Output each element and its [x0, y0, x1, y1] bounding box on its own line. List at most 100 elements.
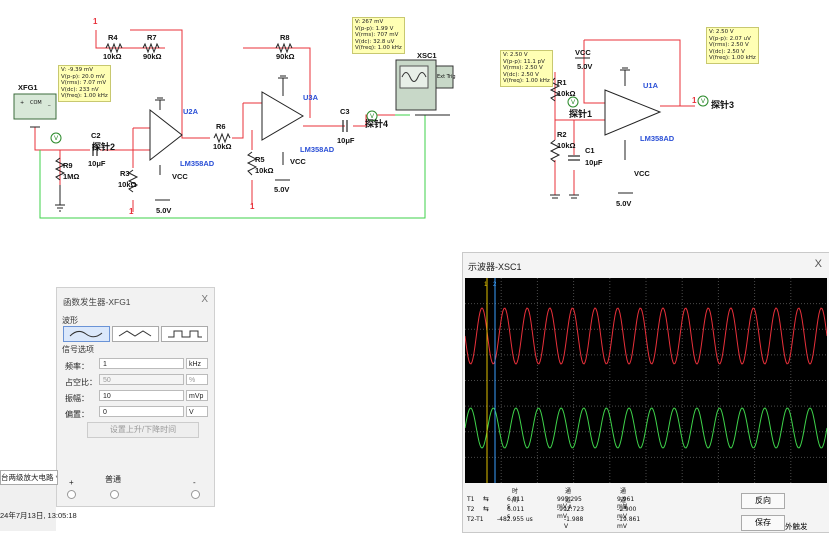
- r4-value: 10kΩ: [103, 52, 122, 61]
- oscilloscope-screen[interactable]: 1 2: [465, 278, 827, 483]
- ext-trig-label: Ext Trig: [437, 74, 456, 80]
- probe4-label: 探针4: [365, 118, 388, 129]
- vcc-label-1: VCC: [172, 172, 188, 181]
- r5-label: R5: [255, 155, 265, 164]
- vcc-label-3: VCC: [634, 169, 650, 178]
- ext-trigger-label: 外触发: [785, 522, 808, 531]
- save-button[interactable]: 保存: [741, 515, 785, 531]
- function-generator-dialog[interactable]: 函数发生器-XFG1 X 波形 信号选项 频率： 1 kHz 占空比： 50 %…: [56, 287, 215, 507]
- oscilloscope-window[interactable]: 示波器-XSC1 X 1 2 时间 通道_A 通道_B T1 ⇆ 6.011 s…: [462, 252, 829, 533]
- document-tab[interactable]: 台两级放大电路 *: [0, 470, 58, 485]
- c1-value: 10μF: [585, 158, 603, 167]
- timestamp: 24年7月13日, 13:05:18: [0, 511, 77, 520]
- u2a-label: U2A: [183, 107, 199, 116]
- minus-terminal-label: -: [193, 478, 196, 487]
- u3a-part: LM358AD: [300, 145, 335, 154]
- waveform-label: 波形: [62, 316, 78, 325]
- xfg1-instrument[interactable]: [13, 93, 57, 120]
- oscilloscope-title: 示波器-XSC1: [468, 262, 522, 272]
- r4-label: R4: [108, 33, 118, 42]
- node-1-c: 1: [250, 202, 255, 211]
- v50-label-3: 5.0V: [616, 199, 631, 208]
- v50-label-1: 5.0V: [156, 206, 171, 215]
- node-1-a: 1: [93, 17, 98, 26]
- probe4-readout: V: 267 mV V(p-p): 1.99 V V(rms): 707 mV V(d…: [352, 17, 405, 54]
- row-delta-label: T2-T1: [467, 516, 484, 523]
- plus-terminal-label: +: [69, 478, 74, 487]
- dialog-title: 函数发生器-XFG1: [63, 297, 131, 307]
- c3-value: 10μF: [337, 136, 355, 145]
- square-wave-button[interactable]: [161, 326, 208, 342]
- probe1-readout: V: 2.50 V V(p-p): 11.1 pV V(rms): 2.50 V V(…: [500, 50, 553, 87]
- r9-label: R9: [63, 161, 73, 170]
- r1-value: 10kΩ: [557, 89, 576, 98]
- row-delta-a: -1.988 V: [564, 516, 584, 530]
- r7-label: R7: [147, 33, 157, 42]
- r1-label: R1: [557, 78, 567, 87]
- t1-arrow-icons[interactable]: ⇆: [483, 495, 489, 503]
- xfg-minus: _: [47, 100, 51, 106]
- t2-arrow-icons[interactable]: ⇆: [483, 505, 489, 513]
- offset-unit[interactable]: V: [186, 406, 208, 417]
- row-t1-label: T1: [467, 496, 475, 503]
- row-t2-label: T2: [467, 506, 475, 513]
- u3a-label: U3A: [303, 93, 319, 102]
- probe1-label: 探针1: [569, 108, 592, 119]
- r8-value: 90kΩ: [276, 52, 295, 61]
- c2-label: C2: [91, 131, 101, 140]
- r7-value: 90kΩ: [143, 52, 162, 61]
- r6-label: R6: [216, 122, 226, 131]
- resistor-symbols: [54, 42, 561, 193]
- r2-label: R2: [557, 130, 567, 139]
- offset-input[interactable]: 0: [99, 406, 184, 417]
- c2-value: 10μF: [88, 159, 106, 168]
- common-terminal-label: 普通: [105, 475, 121, 484]
- r5-value: 10kΩ: [255, 166, 274, 175]
- row-delta-time: -482.955 us: [497, 516, 533, 523]
- probe2-label: 探针2: [92, 141, 115, 152]
- reverse-button[interactable]: 反向: [741, 493, 785, 509]
- xsc1-label: XSC1: [417, 51, 437, 60]
- node-1-b: 1: [129, 207, 134, 216]
- plus-terminal[interactable]: [67, 490, 76, 499]
- probe3-label: 探针3: [711, 99, 734, 110]
- frequency-unit[interactable]: kHz: [186, 358, 208, 369]
- r9-value: 1MΩ: [63, 172, 79, 181]
- offset-label: 偏置：: [65, 410, 89, 419]
- amplitude-unit[interactable]: mVp: [186, 390, 208, 401]
- common-terminal[interactable]: [110, 490, 119, 499]
- r3-value: 10kΩ: [118, 180, 137, 189]
- xfg-com: COM: [30, 100, 42, 106]
- sine-wave-button[interactable]: [63, 326, 110, 342]
- triangle-wave-button[interactable]: [112, 326, 159, 342]
- xfg-plus: +: [20, 100, 24, 106]
- r2-value: 10kΩ: [557, 141, 576, 150]
- close-icon[interactable]: X: [815, 258, 822, 270]
- v50-label-2: 5.0V: [274, 185, 289, 194]
- close-icon[interactable]: X: [201, 294, 208, 305]
- r3-label: R3: [120, 169, 130, 178]
- u1a-label: U1A: [643, 81, 659, 90]
- node-1-d: 1: [692, 96, 697, 105]
- v50-label-4: 5.0V: [577, 62, 592, 71]
- amplitude-label: 振幅：: [65, 394, 89, 403]
- minus-terminal[interactable]: [191, 490, 200, 499]
- r8-label: R8: [280, 33, 290, 42]
- duty-cycle-input[interactable]: 50: [99, 374, 184, 385]
- u1a-part: LM358AD: [640, 134, 675, 143]
- xfg1-label: XFG1: [18, 83, 38, 92]
- duty-cycle-label: 占空比：: [65, 378, 97, 387]
- probe2-readout: V: -9.39 mV V(p-p): 20.0 mV V(rms): 7.07 m…: [58, 65, 111, 102]
- rise-fall-time-button[interactable]: 设置上升/下降时间: [87, 422, 199, 438]
- workspace-statusbar: 台两级放大电路 * 24年7月13日, 13:05:18: [0, 470, 77, 531]
- schematic-canvas[interactable]: V V V V XFG1 XSC1 R4 10kΩ R7 90kΩ R8 90k…: [0, 0, 829, 260]
- amplitude-input[interactable]: 10: [99, 390, 184, 401]
- vcc-label-4: VCC: [575, 48, 591, 57]
- frequency-input[interactable]: 1: [99, 358, 184, 369]
- u2a-part: LM358AD: [180, 159, 215, 168]
- c3-label: C3: [340, 107, 350, 116]
- vcc-label-2: VCC: [290, 157, 306, 166]
- row-delta-b: -19.861 mV: [617, 516, 641, 530]
- frequency-label: 频率：: [65, 362, 89, 371]
- ground-symbols: [30, 67, 630, 212]
